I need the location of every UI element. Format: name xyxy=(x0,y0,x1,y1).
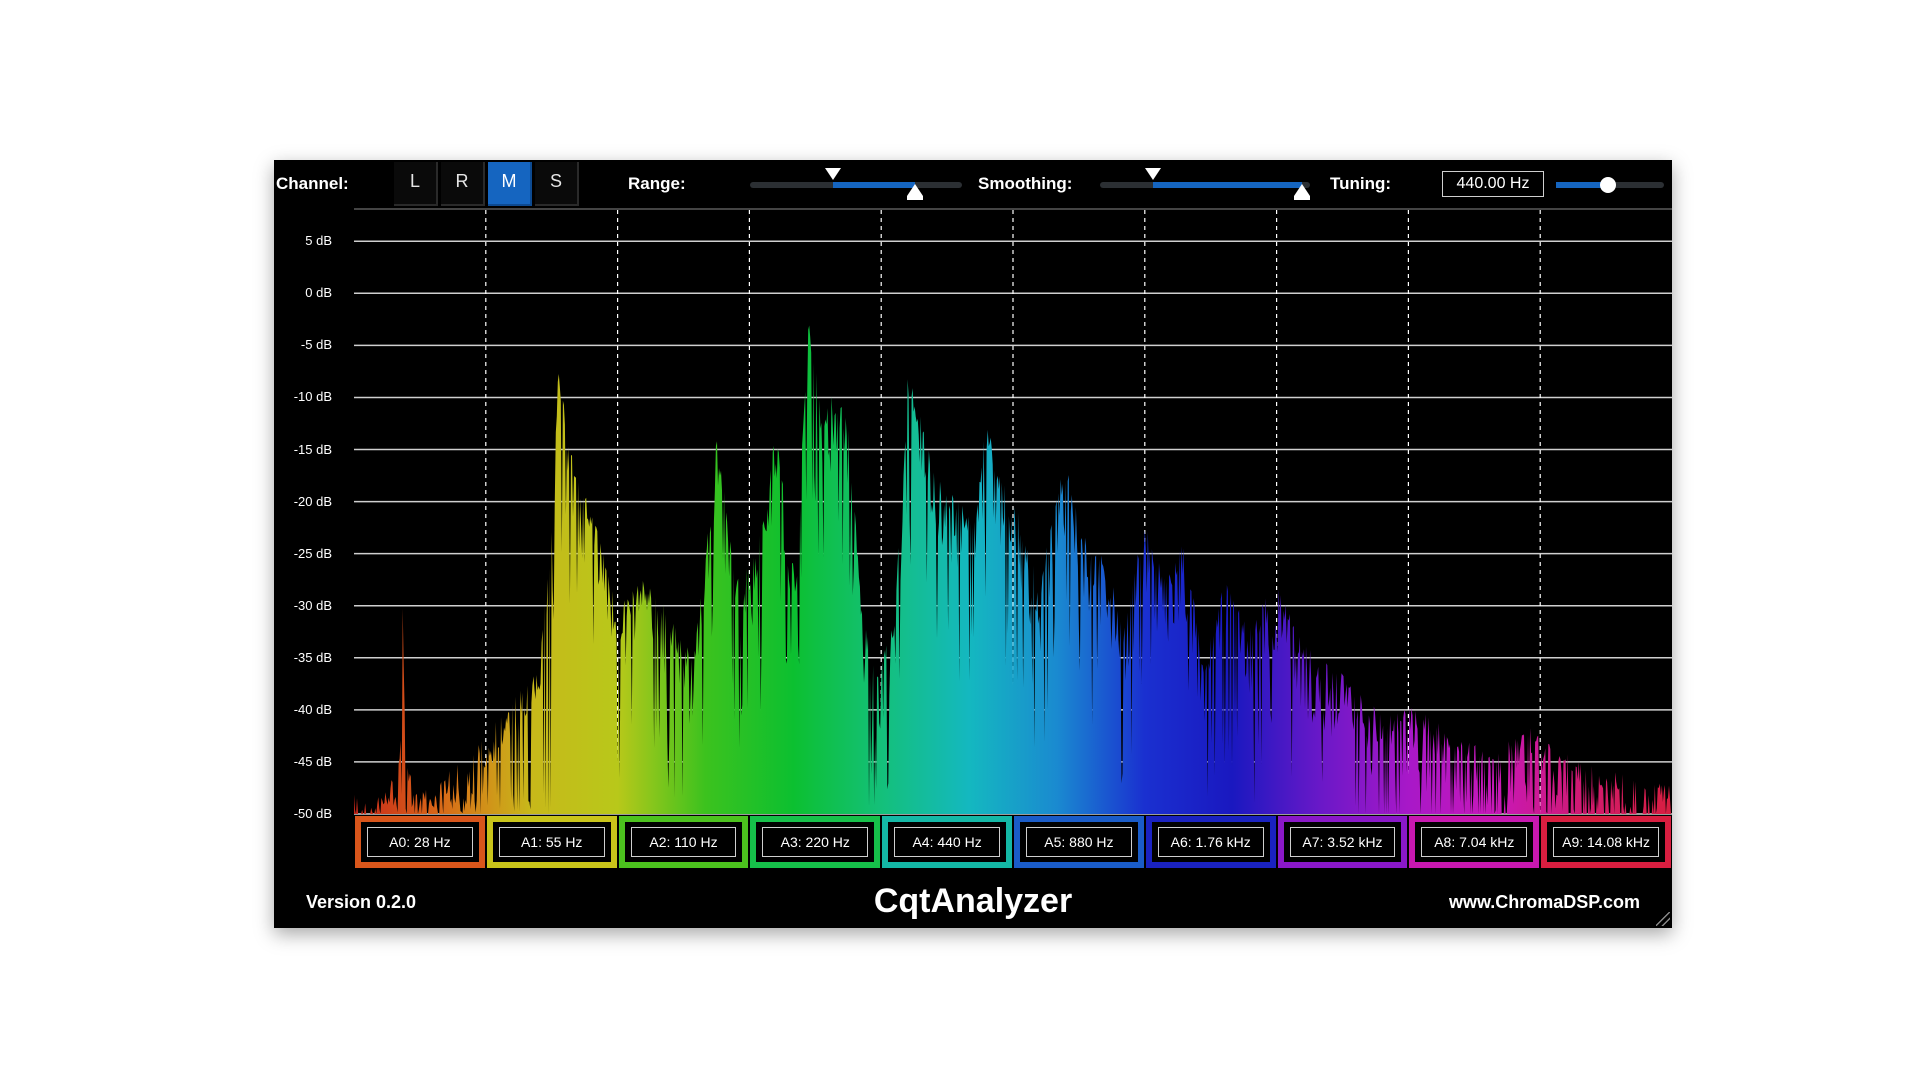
spectrum-plot xyxy=(354,208,1672,815)
y-tick-label: -30 dB xyxy=(293,597,332,613)
octave-box[interactable]: A7: 3.52 kHz xyxy=(1277,816,1408,868)
y-tick-label: -10 dB xyxy=(293,389,332,405)
octave-label: A1: 55 Hz xyxy=(498,827,605,857)
octave-label: A0: 28 Hz xyxy=(367,827,473,857)
octave-box[interactable]: A0: 28 Hz xyxy=(355,816,485,868)
octave-label: A8: 7.04 kHz xyxy=(1421,827,1528,857)
octave-box[interactable]: A3: 220 Hz xyxy=(750,816,881,868)
octave-box[interactable]: A8: 7.04 kHz xyxy=(1409,816,1540,868)
octave-box[interactable]: A6: 1.76 kHz xyxy=(1145,816,1276,868)
octave-box[interactable]: A4: 440 Hz xyxy=(882,816,1012,868)
octave-label: A2: 110 Hz xyxy=(630,827,737,857)
y-tick-label: -20 dB xyxy=(293,493,332,509)
octave-box[interactable]: A2: 110 Hz xyxy=(618,816,749,868)
octave-box[interactable]: A1: 55 Hz xyxy=(486,816,617,868)
y-tick-label: -25 dB xyxy=(293,545,332,561)
spectrum-area xyxy=(354,325,1672,814)
analyzer-window: Channel: L R M S Range: Smoothing: Tunin… xyxy=(274,160,1672,928)
resize-grip[interactable] xyxy=(1656,912,1670,926)
octave-box[interactable]: A5: 880 Hz xyxy=(1014,816,1144,868)
y-tick-label: -40 dB xyxy=(293,701,332,717)
octave-label: A6: 1.76 kHz xyxy=(1157,827,1264,857)
y-tick-label: 0 dB xyxy=(305,285,332,301)
y-tick-label: -15 dB xyxy=(293,441,332,457)
octave-label: A5: 880 Hz xyxy=(1026,827,1132,857)
octave-box[interactable]: A9: 14.08 kHz xyxy=(1541,816,1671,868)
octave-label: A3: 220 Hz xyxy=(762,827,869,857)
y-tick-label: -50 dB xyxy=(293,806,332,821)
octave-label: A7: 3.52 kHz xyxy=(1289,827,1396,857)
y-tick-label: -35 dB xyxy=(293,649,332,665)
y-tick-label: 5 dB xyxy=(305,233,332,249)
octave-label: A9: 14.08 kHz xyxy=(1553,827,1659,857)
y-tick-label: -5 dB xyxy=(300,337,332,353)
y-tick-label: -45 dB xyxy=(293,753,332,769)
octave-label: A4: 440 Hz xyxy=(894,827,1000,857)
website-link[interactable]: www.ChromaDSP.com xyxy=(1449,892,1640,913)
